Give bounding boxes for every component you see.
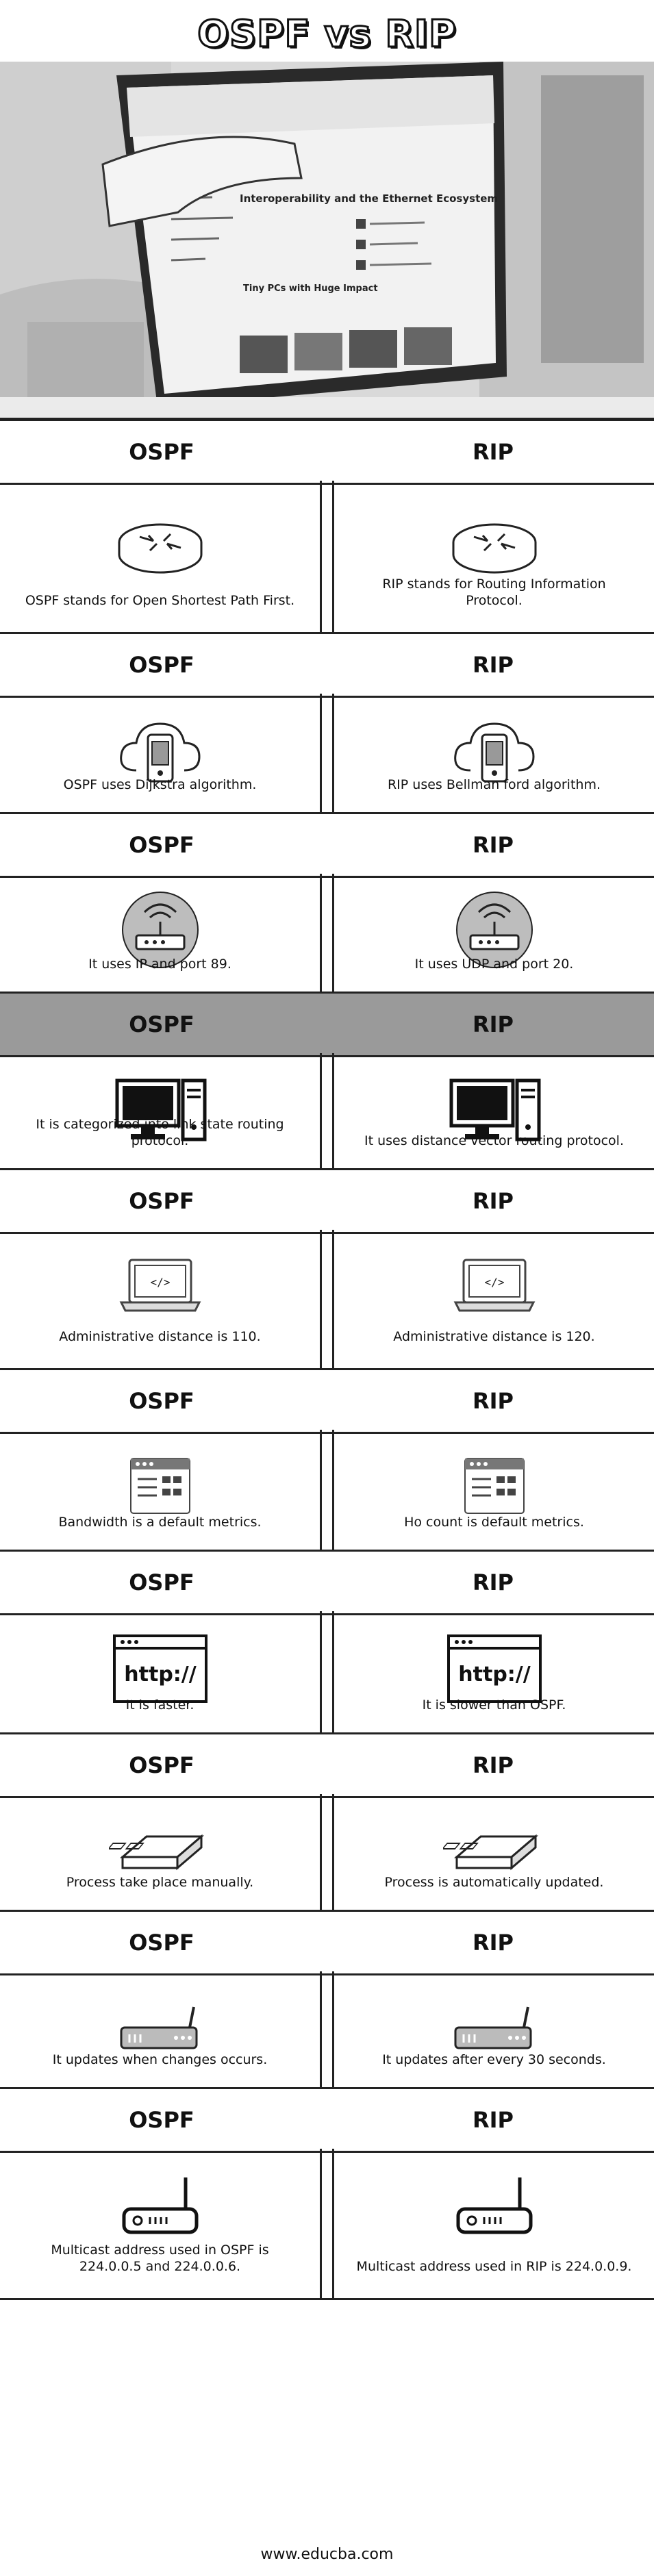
ospf-cell: Bandwidth is a default metrics. [0,1430,322,1550]
rip-description: Process is automatically updated. [384,1875,604,1890]
header-label-rip: RIP [473,1188,514,1214]
comparison-header: OSPF RIP [0,2087,654,2153]
header-label-rip: RIP [473,1752,514,1778]
comparison-row: It uses IP and port 89. It uses UDP and p… [0,874,654,994]
http-text: http:// [458,1663,530,1687]
rip-description: Ho count is default metrics. [404,1515,584,1530]
ospf-description: Multicast address used in OSPF is 224.0.… [51,2243,269,2274]
ospf-cell: Multicast address used in OSPF is 224.0.… [0,2149,322,2298]
header-label-ospf: OSPF [129,439,194,465]
comparison-header: OSPF RIP [0,1168,654,1234]
header-label-rip: RIP [473,1011,514,1037]
comparison-header: OSPF RIP [0,1910,654,1975]
comparison-row: http:// It is faster. http:// It is slower … [0,1611,654,1734]
antenna-router-icon [443,2164,546,2246]
http-text: http:// [124,1663,196,1687]
comparison-row: Bandwidth is a default metrics. Ho count … [0,1430,654,1552]
svg-text:</>: </> [150,1276,170,1289]
page-title: OSPF vs RIP [197,12,457,57]
header-label-ospf: OSPF [129,1569,194,1595]
header-label-ospf: OSPF [129,1930,194,1956]
comparison-header: OSPF RIP [0,992,654,1057]
http-window-icon: http:// [443,1626,546,1708]
router-icon [109,501,212,583]
comparison-header: OSPF RIP [0,1550,654,1615]
rip-cell: </> Administrative distance is 120. [332,1230,654,1368]
laptop-code-icon: </> [443,1245,546,1327]
rip-cell: Ho count is default metrics. [332,1430,654,1550]
comparison-header: OSPF RIP [0,1732,654,1798]
ospf-cell: It uses IP and port 89. [0,874,322,992]
svg-text:</>: </> [484,1276,504,1289]
comparison-header: OSPF RIP [0,1368,654,1434]
header-label-ospf: OSPF [129,2107,194,2133]
ospf-cell: It is categorized into link state routin… [0,1053,322,1168]
antenna-router-icon [109,2164,212,2246]
rip-cell: RIP uses Bellman ford algorithm. [332,694,654,812]
ospf-description: It is categorized into link state routin… [36,1117,284,1148]
hero-image: Interoperability and the Ethernet Ecosys… [0,62,654,420]
ospf-cell: OSPF uses Dijkstra algorithm. [0,694,322,812]
rip-description: RIP stands for Routing Information Proto… [382,577,606,608]
rip-description: Administrative distance is 120. [393,1329,595,1344]
rip-description: It uses distance vector routing protocol… [364,1133,624,1148]
header-label-ospf: OSPF [129,1188,194,1214]
ospf-cell: It updates when changes occurs. [0,1971,322,2087]
rip-cell: http:// It is slower than OSPF. [332,1611,654,1732]
comparison-row: OSPF uses Dijkstra algorithm. RIP uses Be… [0,694,654,814]
header-label-rip: RIP [473,832,514,858]
ospf-cell: http:// It is faster. [0,1611,322,1732]
header-label-rip: RIP [473,1930,514,1956]
comparison-row: </> Administrative distance is 110. </> Adm… [0,1230,654,1370]
laptop-code-icon: </> [109,1245,212,1327]
header-label-rip: RIP [473,439,514,465]
ospf-description: It updates when changes occurs. [52,2052,268,2067]
header-label-ospf: OSPF [129,1388,194,1414]
hero-subheading: Tiny PCs with Huge Impact [243,283,378,294]
footer-url: www.educba.com [260,2546,394,2563]
http-window-icon: http:// [109,1626,212,1708]
rip-cell: It uses distance vector routing protocol… [332,1053,654,1168]
ospf-cell: </> Administrative distance is 110. [0,1230,322,1368]
laptop-photo: Interoperability and the Ethernet Ecosys… [0,62,654,418]
ospf-description: Bandwidth is a default metrics. [58,1515,262,1530]
header-label-ospf: OSPF [129,652,194,678]
ospf-description: OSPF uses Dijkstra algorithm. [63,777,257,792]
comparison-row: Multicast address used in OSPF is 224.0.… [0,2149,654,2300]
rip-description: It uses UDP and port 20. [414,957,574,972]
header-label-rip: RIP [473,1388,514,1414]
header-label-ospf: OSPF [129,832,194,858]
comparison-header: OSPF RIP [0,632,654,698]
hero-heading: Interoperability and the Ethernet Ecosys… [240,192,498,205]
rip-description: It is slower than OSPF. [422,1697,566,1713]
comparison-header: OSPF RIP [0,419,654,485]
rip-cell: It updates after every 30 seconds. [332,1971,654,2087]
ospf-description: It is faster. [125,1697,194,1713]
comparison-row: OSPF stands for Open Shortest Path First… [0,481,654,634]
rip-description: RIP uses Bellman ford algorithm. [387,777,601,792]
header-label-rip: RIP [473,1569,514,1595]
ospf-cell: Process take place manually. [0,1794,322,1910]
ospf-description: Process take place manually. [66,1875,254,1890]
header-label-ospf: OSPF [129,1752,194,1778]
ospf-description: It uses IP and port 89. [88,957,231,972]
comparison-row: It is categorized into link state routin… [0,1053,654,1170]
ospf-description: Administrative distance is 110. [59,1329,261,1344]
rip-cell: Process is automatically updated. [332,1794,654,1910]
comparison-header: OSPF RIP [0,812,654,878]
ospf-cell: OSPF stands for Open Shortest Path First… [0,481,322,632]
rip-cell: RIP stands for Routing Information Proto… [332,481,654,632]
comparison-row: It updates when changes occurs. It update… [0,1971,654,2089]
router-icon [443,501,546,583]
rip-cell: Multicast address used in RIP is 224.0.0… [332,2149,654,2298]
header-label-rip: RIP [473,2107,514,2133]
rip-cell: It uses UDP and port 20. [332,874,654,992]
comparison-row: Process take place manually. Process is a… [0,1794,654,1912]
header-label-rip: RIP [473,652,514,678]
rip-description: It updates after every 30 seconds. [382,2052,606,2067]
rip-description: Multicast address used in RIP is 224.0.0… [356,2259,632,2274]
header-label-ospf: OSPF [129,1011,194,1037]
ospf-description: OSPF stands for Open Shortest Path First… [25,593,295,608]
